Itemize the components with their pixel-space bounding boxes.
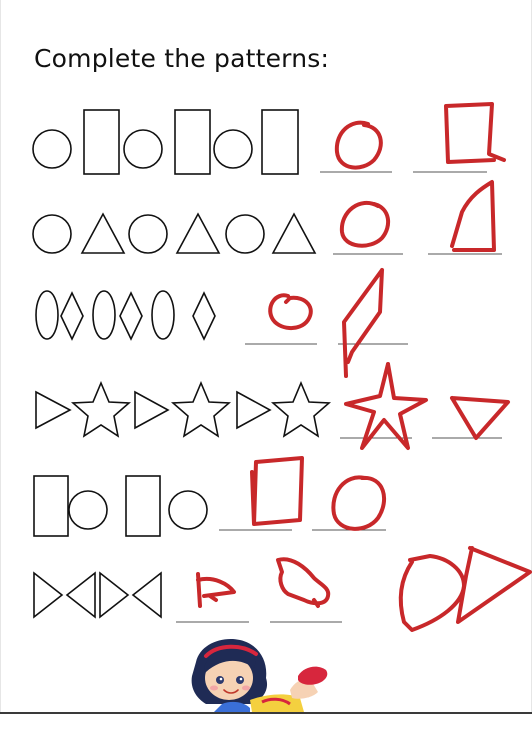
- answer-diamond-drawing: [342, 268, 384, 378]
- worksheet: Complete the patterns:: [0, 0, 532, 752]
- oval-shape: [151, 290, 175, 340]
- answer-rectangle-drawing: [444, 102, 506, 164]
- triangle-right-shape: [236, 390, 272, 430]
- circle-shape: [225, 214, 265, 254]
- circle-shape: [128, 214, 168, 254]
- circle-shape: [123, 129, 163, 169]
- diamond-shape: [192, 291, 216, 341]
- star-shape: [70, 380, 132, 438]
- circle-shape: [68, 490, 108, 530]
- pattern-row-6: [33, 546, 532, 632]
- circle-shape: [32, 214, 72, 254]
- circle-shape: [32, 129, 72, 169]
- triangle-right-shape: [134, 390, 170, 430]
- girl-reading-icon: [191, 638, 336, 712]
- rectangle-shape: [261, 109, 299, 175]
- pattern-row-1: [32, 102, 506, 175]
- triangle-right-shape: [99, 571, 130, 619]
- answer-triangle-left-drawing: [276, 557, 331, 608]
- rectangle-shape: [174, 109, 211, 175]
- diamond-shape: [60, 291, 84, 341]
- answer-extra-triangle-drawing: [456, 546, 532, 624]
- rectangle-shape: [83, 109, 120, 175]
- answer-oval-drawing: [268, 293, 313, 330]
- pattern-row-5: [33, 456, 387, 537]
- star-shape: [270, 380, 332, 438]
- pattern-row-2: [32, 180, 502, 255]
- triangle-shape: [175, 212, 221, 254]
- diamond-shape: [119, 291, 143, 341]
- pattern-rows: [32, 102, 532, 712]
- answer-star-drawing: [344, 362, 428, 450]
- triangle-left-shape: [131, 571, 162, 619]
- pattern-row-3: [35, 268, 408, 378]
- circle-shape: [213, 129, 253, 169]
- answer-triangle-drawing: [450, 180, 496, 252]
- pattern-row-4: [35, 362, 510, 450]
- page-bottom-margin: [0, 714, 532, 752]
- triangle-right-shape: [33, 571, 64, 619]
- triangle-left-shape: [65, 571, 96, 619]
- answer-rectangle-drawing: [250, 456, 304, 526]
- rectangle-shape: [33, 475, 69, 537]
- star-shape: [170, 380, 232, 438]
- answer-triangle-right-drawing: [196, 572, 236, 608]
- answer-triangle-drawing: [450, 396, 510, 440]
- oval-shape: [35, 290, 59, 340]
- answer-circle-drawing: [334, 120, 383, 170]
- circle-shape: [168, 490, 208, 530]
- answer-extra-triangle-drawing: [398, 554, 466, 632]
- rectangle-shape: [125, 475, 161, 537]
- triangle-right-shape: [35, 390, 72, 430]
- triangle-shape: [271, 212, 317, 254]
- triangle-shape: [80, 212, 126, 254]
- answer-circle-drawing: [331, 475, 387, 531]
- oval-shape: [92, 290, 116, 340]
- answer-circle-drawing: [339, 200, 391, 248]
